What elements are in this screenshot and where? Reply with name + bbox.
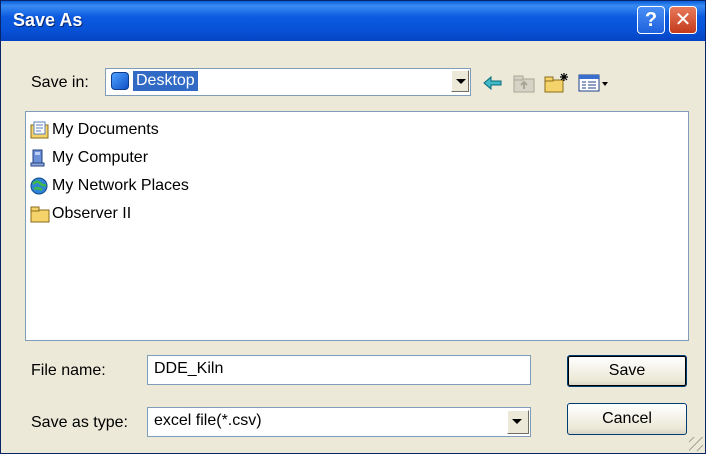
up-folder-icon[interactable] (511, 71, 537, 95)
save-as-type-value: excel file(*.csv) (154, 412, 262, 429)
my-documents-icon (30, 121, 49, 139)
help-icon: ? (644, 9, 658, 31)
chevron-down-icon[interactable] (451, 70, 469, 92)
file-list[interactable]: My Documents My Computer My Network Plac… (25, 111, 689, 341)
file-name-text: My Network Places (52, 177, 189, 194)
new-folder-icon[interactable] (543, 71, 571, 95)
save-in-dropdown[interactable]: Desktop (105, 68, 471, 96)
file-name-text: Observer II (52, 205, 132, 222)
save-button[interactable]: Save (567, 355, 687, 387)
resize-grip-icon[interactable] (689, 437, 703, 451)
cancel-button[interactable]: Cancel (567, 403, 687, 435)
save-as-type-dropdown[interactable]: excel file(*.csv) (147, 407, 531, 437)
desktop-icon (111, 72, 129, 90)
file-name-text: My Computer (52, 149, 149, 166)
file-name-text: My Documents (52, 121, 159, 138)
save-as-dialog: Save As ? ✕ Save in: Desktop My Document… (0, 0, 706, 454)
save-in-value: Desktop (133, 71, 198, 91)
close-button[interactable]: ✕ (669, 6, 697, 34)
save-as-type-label: Save as type: (31, 414, 128, 431)
chevron-down-icon[interactable] (507, 410, 529, 434)
file-name-field[interactable]: DDE_Kiln (147, 355, 531, 385)
window-title: Save As (13, 10, 83, 30)
network-places-icon (30, 177, 48, 195)
list-item[interactable]: My Documents (30, 120, 230, 142)
back-arrow-icon[interactable] (481, 71, 505, 95)
folder-icon (30, 206, 50, 223)
my-computer-icon (30, 149, 45, 167)
views-menu-icon[interactable] (577, 71, 613, 95)
list-item[interactable]: Observer II (30, 204, 230, 226)
close-icon: ✕ (674, 9, 692, 31)
list-item[interactable]: My Computer (30, 148, 230, 170)
file-name-value: DDE_Kiln (154, 360, 224, 377)
list-item[interactable]: My Network Places (30, 176, 250, 198)
help-button[interactable]: ? (637, 6, 665, 34)
save-in-label: Save in: (31, 74, 89, 91)
file-name-label: File name: (31, 362, 106, 379)
title-bar[interactable]: Save As ? ✕ (1, 1, 705, 41)
